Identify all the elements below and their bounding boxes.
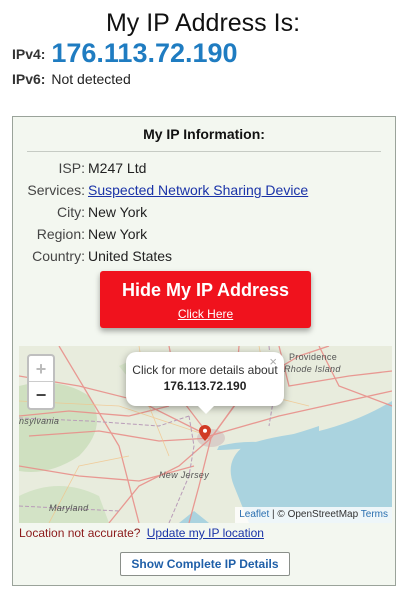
ipv6-line: IPv6: Not detected	[12, 70, 131, 88]
map-label-rhode-island: Rhode Island	[284, 364, 341, 374]
show-complete-ip-details-button[interactable]: Show Complete IP Details	[120, 552, 290, 576]
attribution-osm: | © OpenStreetMap	[269, 509, 361, 520]
leaflet-link[interactable]: Leaflet	[239, 509, 269, 520]
country-row: Country: United States	[13, 245, 395, 267]
ipv6-value: Not detected	[51, 71, 131, 87]
services-row: Services: Suspected Network Sharing Devi…	[13, 179, 395, 201]
region-value: New York	[88, 226, 148, 242]
map-label-providence: Providence	[289, 352, 338, 362]
isp-row: ISP: M247 Ltd	[13, 157, 395, 179]
location-map[interactable]: Rhode Island Providence nsylvania New Je…	[19, 346, 392, 523]
services-label: Services:	[27, 182, 85, 198]
accuracy-question: Location not accurate?	[19, 526, 141, 540]
isp-value: M247 Ltd	[88, 160, 147, 176]
ip-information-panel: My IP Information: ISP: M247 Ltd Service…	[12, 116, 396, 586]
page-title: My IP Address Is:	[105, 9, 301, 37]
country-label: Country:	[32, 248, 85, 264]
popup-ip: 176.113.72.190	[163, 379, 247, 393]
region-row: Region: New York	[13, 223, 395, 245]
map-label-pennsylvania: nsylvania	[19, 416, 60, 426]
ipv4-line: IPv4: 176.113.72.190	[12, 38, 238, 69]
country-value: United States	[88, 248, 173, 264]
region-label: Region:	[36, 226, 85, 242]
popup-text: Click for more details about	[132, 363, 278, 377]
city-label: City:	[57, 204, 85, 220]
zoom-in-button[interactable]: +	[29, 356, 53, 382]
map-label-maryland: Maryland	[49, 503, 89, 513]
location-accuracy-line: Location not accurate? Update my IP loca…	[19, 525, 264, 541]
map-label-new-jersey: New Jersey	[159, 470, 210, 480]
popup-tip	[197, 405, 215, 414]
update-ip-location-link[interactable]: Update my IP location	[147, 526, 264, 540]
panel-title: My IP Information:	[143, 126, 265, 142]
map-attribution: Leaflet | © OpenStreetMap Terms	[235, 507, 392, 523]
city-value: New York	[88, 204, 148, 220]
zoom-control: + −	[27, 354, 55, 410]
ipv6-label: IPv6:	[12, 71, 46, 87]
panel-divider	[27, 151, 381, 152]
location-marker-icon[interactable]	[199, 425, 211, 441]
terms-link[interactable]: Terms	[361, 509, 388, 520]
zoom-out-button[interactable]: −	[29, 382, 53, 408]
popup-close-icon[interactable]: ×	[269, 354, 277, 370]
click-here-link[interactable]: Click Here	[178, 307, 233, 321]
ipv4-label: IPv4:	[12, 46, 46, 62]
map-popup[interactable]: × Click for more details about 176.113.7…	[126, 352, 284, 406]
hide-my-ip-button[interactable]: Hide My IP Address Click Here	[100, 271, 311, 328]
hide-my-ip-label: Hide My IP Address	[121, 280, 290, 300]
isp-label: ISP:	[58, 160, 85, 176]
services-link[interactable]: Suspected Network Sharing Device	[88, 179, 308, 201]
city-row: City: New York	[13, 201, 395, 223]
ipv4-value: 176.113.72.190	[51, 38, 238, 68]
